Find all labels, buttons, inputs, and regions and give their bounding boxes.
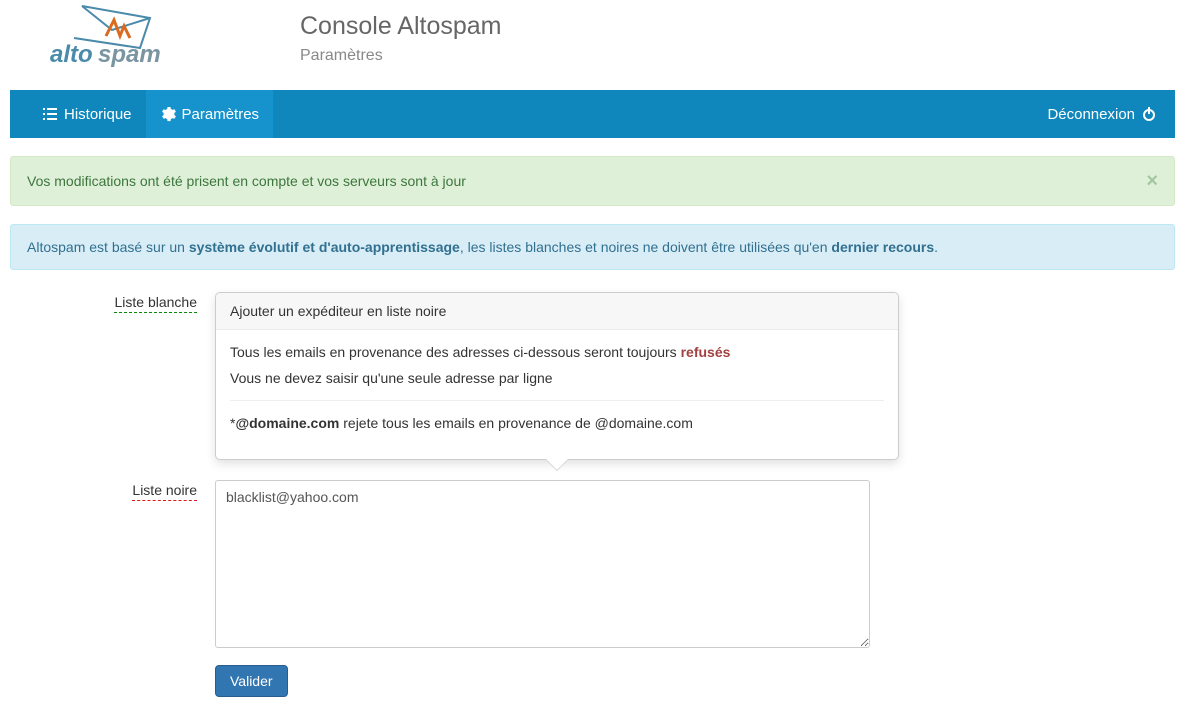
whitelist-row: Liste blanche Ajouter un expéditeur en l… xyxy=(10,292,1175,472)
alert-success-text: Vos modifications ont été prisent en com… xyxy=(27,173,466,189)
blacklist-textarea[interactable] xyxy=(215,480,870,648)
popover-blacklist-help: Ajouter un expéditeur en liste noire Tou… xyxy=(215,292,899,460)
page-header: alto spam Console Altospam Paramètres xyxy=(0,0,1185,90)
power-icon xyxy=(1141,106,1157,122)
nav-parametres[interactable]: Paramètres xyxy=(146,90,274,138)
content: Vos modifications ont été prisent en com… xyxy=(0,138,1185,725)
popover-line3-rest: rejete tous les emails en provenance de … xyxy=(339,415,693,431)
alert-info-pre: Altospam est basé sur un xyxy=(27,239,189,255)
popover-title: Ajouter un expéditeur en liste noire xyxy=(216,293,898,330)
popover-line1-strong: refusés xyxy=(681,344,731,360)
header-titles: Console Altospam Paramètres xyxy=(300,0,502,65)
svg-text:spam: spam xyxy=(98,41,161,68)
blacklist-label: Liste noire xyxy=(10,480,215,498)
page-subtitle: Paramètres xyxy=(300,47,502,65)
nav-logout[interactable]: Déconnexion xyxy=(1029,90,1175,138)
alert-info-mid: , les listes blanches et noires ne doive… xyxy=(460,239,832,255)
nav-parametres-label: Paramètres xyxy=(182,106,260,123)
navbar: Historique Paramètres Déconnexion xyxy=(10,90,1175,138)
popover-line2: Vous ne devez saisir qu'une seule adress… xyxy=(230,370,884,386)
popover-body: Tous les emails en provenance des adress… xyxy=(216,330,898,459)
nav-historique-label: Historique xyxy=(64,106,132,123)
submit-button[interactable]: Valider xyxy=(215,665,288,697)
blacklist-row: Liste noire Valider xyxy=(10,480,1175,697)
logo: alto spam xyxy=(40,0,180,80)
close-icon[interactable]: × xyxy=(1146,171,1158,191)
alert-info-strong2: dernier recours xyxy=(831,239,934,255)
popover-line1-pre: Tous les emails en provenance des adress… xyxy=(230,344,681,360)
alert-success: Vos modifications ont été prisent en com… xyxy=(10,156,1175,206)
alert-info: Altospam est basé sur un système évoluti… xyxy=(10,224,1175,270)
page-title: Console Altospam xyxy=(300,12,502,41)
blacklist-label-text[interactable]: Liste noire xyxy=(132,482,197,501)
nav-historique[interactable]: Historique xyxy=(28,90,146,138)
svg-text:alto: alto xyxy=(50,41,93,68)
gear-icon xyxy=(160,106,176,122)
nav-logout-label: Déconnexion xyxy=(1047,106,1135,123)
list-icon xyxy=(42,106,58,122)
alert-info-strong1: système évolutif et d'auto-apprentissage xyxy=(189,239,460,255)
whitelist-label-text[interactable]: Liste blanche xyxy=(114,294,197,313)
alert-info-end: . xyxy=(934,239,938,255)
whitelist-label: Liste blanche xyxy=(10,292,215,310)
popover-line3-strong: @domaine.com xyxy=(235,415,339,431)
